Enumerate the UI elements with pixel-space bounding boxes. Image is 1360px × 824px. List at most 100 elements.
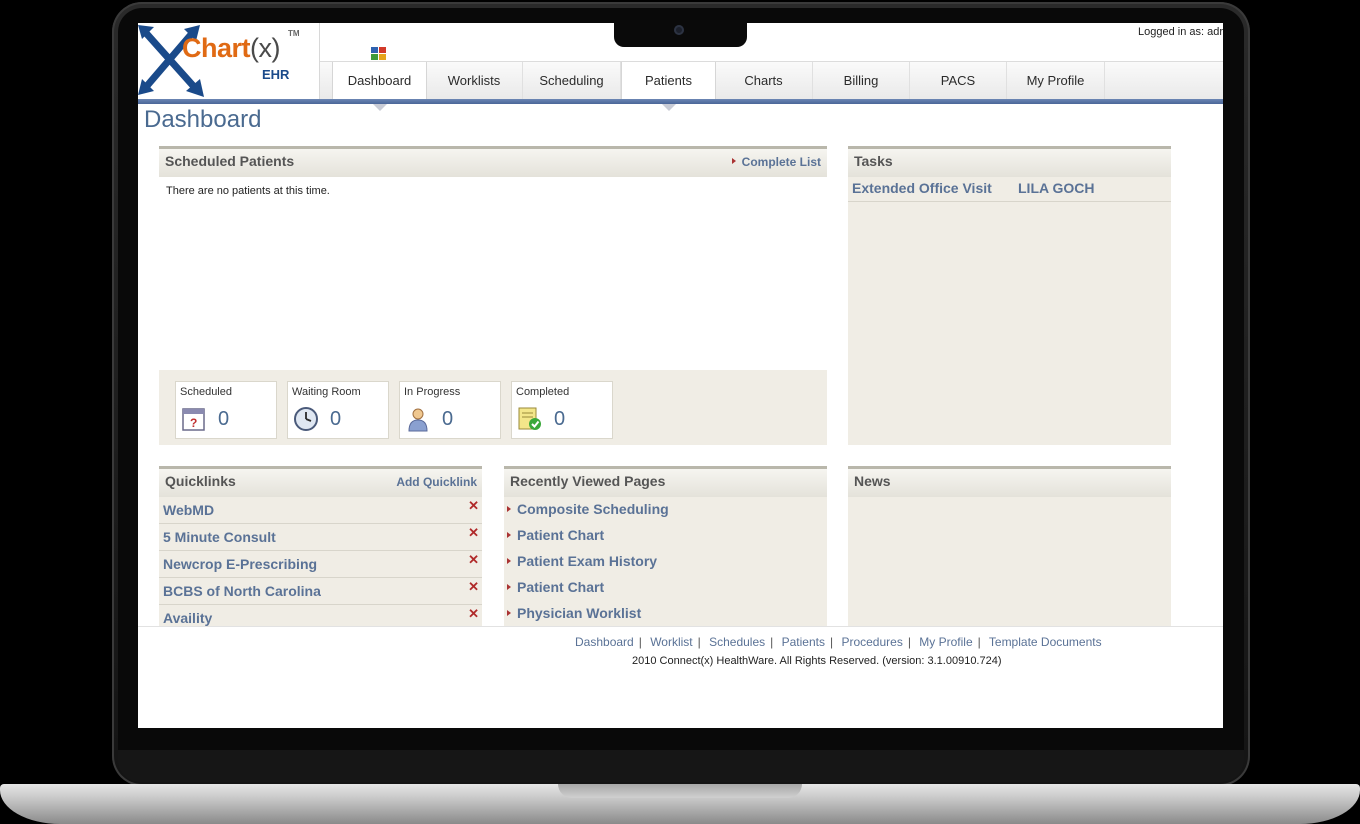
quicklink-label: WebMD <box>163 502 215 518</box>
quicklink-row[interactable]: Newcrop E-Prescribing ✕ <box>159 551 482 578</box>
stat-count: 0 <box>442 408 454 430</box>
logo-trademark: TM <box>288 29 300 38</box>
recent-page-link[interactable]: Composite Scheduling <box>507 501 669 517</box>
stat-completed[interactable]: Completed 0 <box>511 381 613 439</box>
recent-page-link[interactable]: Patient Chart <box>507 527 604 543</box>
svg-text:?: ? <box>190 416 197 430</box>
stat-in-progress[interactable]: In Progress 0 <box>399 381 501 439</box>
quicklink-row[interactable]: Availity ✕ <box>159 605 482 626</box>
camera-icon <box>674 25 684 35</box>
calendar-icon: ? <box>182 408 205 431</box>
footer-separator: | <box>638 635 642 649</box>
panel-header: Scheduled Patients Complete List <box>159 146 827 177</box>
recently-viewed-panel: Recently Viewed Pages Composite Scheduli… <box>504 466 827 626</box>
recent-page-link[interactable]: Patient Chart <box>507 579 604 595</box>
check-document-icon <box>518 407 541 430</box>
footer-separator: | <box>770 635 774 649</box>
footer-link-worklist[interactable]: Worklist <box>650 635 692 649</box>
quicklink-label: Newcrop E-Prescribing <box>163 556 318 572</box>
quicklink-row[interactable]: WebMD ✕ <box>159 497 482 524</box>
tasks-panel: Tasks Extended Office Visit LILA GOCH <box>848 146 1171 445</box>
panel-title: Quicklinks <box>165 473 236 489</box>
footer-link-my-profile[interactable]: My Profile <box>919 635 972 649</box>
tab-label: Worklists <box>447 73 501 88</box>
stat-label: Waiting Room <box>292 386 361 398</box>
camera-notch <box>614 20 747 47</box>
tab-label: Charts <box>744 73 783 88</box>
logo-subtitle: EHR <box>262 67 290 82</box>
logo-text: Chart(x) <box>182 33 280 63</box>
tab-label: Scheduling <box>539 73 604 88</box>
tab-worklists[interactable]: Worklists <box>426 62 523 100</box>
tab-patients[interactable]: Patients <box>621 62 716 111</box>
panel-title: Scheduled Patients <box>165 153 295 169</box>
page-title: Dashboard <box>144 106 262 133</box>
quicklink-label: Availity <box>163 610 213 626</box>
bullet-arrow-icon <box>507 610 511 616</box>
footer-link-dashboard[interactable]: Dashboard <box>575 635 634 649</box>
task-row[interactable]: Extended Office Visit LILA GOCH <box>848 177 1171 202</box>
stat-label: In Progress <box>404 386 461 398</box>
news-panel: News <box>848 466 1171 626</box>
bullet-arrow-icon <box>507 506 511 512</box>
stat-scheduled[interactable]: Scheduled ? 0 <box>175 381 277 439</box>
panel-title: News <box>854 473 891 489</box>
remove-quicklink-icon[interactable]: ✕ <box>468 498 479 514</box>
tab-pacs[interactable]: PACS <box>910 62 1007 100</box>
nav-underline-bar <box>138 99 1223 104</box>
recent-page-link[interactable]: Patient Exam History <box>507 553 657 569</box>
copyright-text: 2010 Connect(x) HealthWare. All Rights R… <box>632 655 1002 667</box>
panel-header: Tasks <box>848 146 1171 177</box>
recent-page-link[interactable]: Physician Worklist <box>507 605 641 621</box>
remove-quicklink-icon[interactable]: ✕ <box>468 606 479 622</box>
panel-title: Recently Viewed Pages <box>510 473 666 489</box>
panel-title: Tasks <box>854 153 893 169</box>
panel-header: Quicklinks Add Quicklink <box>159 466 482 497</box>
tab-charts[interactable]: Charts <box>715 62 813 100</box>
person-icon <box>408 408 428 432</box>
remove-quicklink-icon[interactable]: ✕ <box>468 525 479 541</box>
tab-my-profile[interactable]: My Profile <box>1007 62 1105 100</box>
remove-quicklink-icon[interactable]: ✕ <box>468 579 479 595</box>
task-patient: LILA GOCH <box>1018 180 1095 196</box>
remove-quicklink-icon[interactable]: ✕ <box>468 552 479 568</box>
stat-label: Scheduled <box>180 386 232 398</box>
stat-label: Completed <box>516 386 570 398</box>
tab-label: Dashboard <box>347 73 412 88</box>
main-nav: Dashboard Worklists Scheduling Patients … <box>320 61 1223 111</box>
scheduled-patients-list: There are no patients at this time. <box>159 177 827 370</box>
footer-link-template-documents[interactable]: Template Documents <box>989 635 1102 649</box>
stat-waiting-room[interactable]: Waiting Room 0 <box>287 381 389 439</box>
add-quicklink-link[interactable]: Add Quicklink <box>396 475 477 489</box>
quicklinks-panel: Quicklinks Add Quicklink WebMD ✕ 5 Minut… <box>159 466 482 626</box>
tab-billing[interactable]: Billing <box>813 62 910 100</box>
footer-links: Dashboard | Worklist | Schedules | Patients… <box>575 635 1102 649</box>
bullet-arrow-icon <box>731 158 736 164</box>
complete-list-link[interactable]: Complete List <box>731 155 821 169</box>
footer-link-schedules[interactable]: Schedules <box>709 635 765 649</box>
logged-in-label: Logged in as: adr <box>1137 26 1223 38</box>
stat-count: 0 <box>218 408 230 430</box>
tab-scheduling[interactable]: Scheduling <box>523 62 621 100</box>
footer-separator: | <box>907 635 911 649</box>
tab-dashboard[interactable]: Dashboard <box>332 62 427 111</box>
laptop-lid-groove <box>558 784 802 798</box>
tab-label: My Profile <box>1026 73 1085 88</box>
logo[interactable]: Chart(x) TM EHR <box>138 23 320 99</box>
quicklink-row[interactable]: BCBS of North Carolina ✕ <box>159 578 482 605</box>
tab-label: Patients <box>645 73 692 88</box>
quicklink-row[interactable]: 5 Minute Consult ✕ <box>159 524 482 551</box>
panel-header: News <box>848 466 1171 497</box>
tab-label: PACS <box>940 73 976 88</box>
task-type: Extended Office Visit <box>852 180 992 196</box>
bullet-arrow-icon <box>507 532 511 538</box>
footer-link-patients[interactable]: Patients <box>782 635 825 649</box>
laptop-bezel-chin <box>118 750 1244 782</box>
stat-count: 0 <box>554 408 566 430</box>
footer-separator: | <box>697 635 701 649</box>
footer-link-procedures[interactable]: Procedures <box>841 635 902 649</box>
quicklink-label: 5 Minute Consult <box>163 529 276 545</box>
footer: Dashboard | Worklist | Schedules | Patients… <box>138 626 1223 728</box>
stat-count: 0 <box>330 408 342 430</box>
quicklink-label: BCBS of North Carolina <box>163 583 321 599</box>
